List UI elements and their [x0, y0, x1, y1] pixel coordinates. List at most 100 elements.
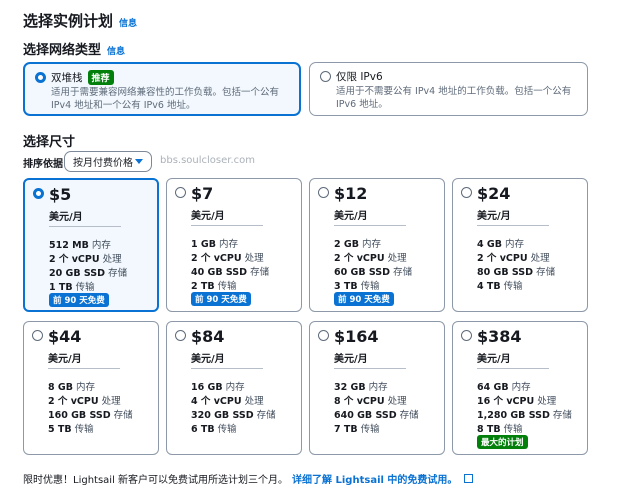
spec-memory: 1 GB 内存	[191, 239, 239, 250]
spec-memory: 8 GB 内存	[48, 382, 96, 393]
plan-price: $44	[48, 327, 82, 346]
free-trial-badge: 前 90 天免费	[334, 292, 394, 306]
footer-note: 限时优惠！Lightsail 新客户可以免费试用所选计划三个月。 详细了解 Li…	[23, 471, 474, 486]
spec-storage: 160 GB SSD 存储	[48, 410, 133, 421]
spec-storage: 40 GB SSD 存储	[191, 267, 270, 278]
spec-memory: 512 MB 内存	[49, 240, 111, 251]
network-option-label: 双堆栈	[51, 72, 83, 84]
plan-card-384[interactable]: $384 美元/月 64 GB 内存 16 个 vCPU 处理 1,280 GB…	[452, 321, 588, 455]
spec-transfer: 2 TB 传输	[191, 281, 237, 292]
divider	[48, 368, 120, 369]
plan-card-12[interactable]: $12 美元/月 2 GB 内存 2 个 vCPU 处理 60 GB SSD 存…	[309, 178, 445, 312]
radio-plan[interactable]	[318, 187, 329, 198]
radio-plan[interactable]	[175, 187, 186, 198]
page-title-text: 选择实例计划	[23, 12, 114, 30]
plan-price: $5	[49, 185, 72, 204]
external-link-icon[interactable]	[464, 474, 474, 483]
plan-price: $164	[334, 327, 379, 346]
network-option-desc: 适用于不需要公有 IPv4 地址的工作负载。包括一个公有 IPv6 地址。	[336, 86, 572, 110]
radio-plan[interactable]	[33, 188, 44, 199]
network-option-desc: 适用于需要兼容网络兼容性的工作负载。包括一个公有 IPv4 地址和一个公有 IP…	[51, 87, 280, 111]
spec-storage: 1,280 GB SSD 存储	[477, 410, 572, 421]
network-option-ipv6[interactable]: 仅限 IPv6 适用于不需要公有 IPv4 地址的工作负载。包括一个公有 IPv…	[309, 62, 588, 116]
spec-cpu: 16 个 vCPU 处理	[477, 396, 557, 407]
free-trial-link[interactable]: 详细了解 Lightsail 中的免费试用。	[292, 471, 457, 486]
spec-memory: 32 GB 内存	[334, 382, 388, 393]
network-option-title: 双堆栈 推荐	[51, 70, 114, 85]
size-title-text: 选择尺寸	[23, 135, 76, 150]
info-link[interactable]: 信息	[119, 16, 137, 29]
spec-storage: 80 GB SSD 存储	[477, 267, 556, 278]
spec-transfer: 3 TB 传输	[334, 281, 380, 292]
largest-plan-badge: 最大的计划	[477, 435, 528, 449]
radio-plan[interactable]	[461, 187, 472, 198]
spec-transfer: 7 TB 传输	[334, 424, 380, 435]
plan-price: $7	[191, 184, 214, 203]
spec-transfer: 6 TB 传输	[191, 424, 237, 435]
radio-plan[interactable]	[32, 330, 43, 341]
plan-card-44[interactable]: $44 美元/月 8 GB 内存 2 个 vCPU 处理 160 GB SSD …	[23, 321, 159, 455]
divider	[334, 225, 406, 226]
radio-plan[interactable]	[318, 330, 329, 341]
plan-unit: 美元/月	[191, 211, 225, 222]
spec-transfer: 1 TB 传输	[49, 282, 95, 293]
radio-plan[interactable]	[175, 330, 186, 341]
free-trial-badge: 前 90 天免费	[49, 293, 109, 307]
plan-card-84[interactable]: $84 美元/月 16 GB 内存 4 个 vCPU 处理 320 GB SSD…	[166, 321, 302, 455]
plan-unit: 美元/月	[48, 354, 82, 365]
spec-cpu: 2 个 vCPU 处理	[48, 396, 121, 407]
sort-label: 排序依据	[23, 159, 63, 170]
spec-memory: 4 GB 内存	[477, 239, 525, 250]
sort-select[interactable]: 按月付费价格	[64, 151, 152, 172]
radio-plan[interactable]	[461, 330, 472, 341]
network-option-dual-stack[interactable]: 双堆栈 推荐 适用于需要兼容网络兼容性的工作负载。包括一个公有 IPv4 地址和…	[23, 62, 301, 116]
plan-unit: 美元/月	[191, 354, 225, 365]
spec-storage: 640 GB SSD 存储	[334, 410, 419, 421]
watermark: bbs.soulcloser.com	[160, 155, 256, 166]
plan-unit: 美元/月	[477, 354, 511, 365]
network-section-title: 选择网络类型 信息	[23, 39, 125, 58]
caret-down-icon	[135, 159, 143, 164]
spec-cpu: 2 个 vCPU 处理	[191, 253, 264, 264]
spec-cpu: 8 个 vCPU 处理	[334, 396, 407, 407]
page-title: 选择实例计划 信息	[23, 10, 137, 31]
divider	[191, 368, 263, 369]
plan-card-5[interactable]: $5 美元/月 512 MB 内存 2 个 vCPU 处理 20 GB SSD …	[23, 178, 159, 312]
network-option-title: 仅限 IPv6	[336, 69, 383, 84]
plan-price: $84	[191, 327, 225, 346]
spec-transfer: 8 TB 传输	[477, 424, 523, 435]
radio-ipv6[interactable]	[320, 71, 331, 82]
free-trial-badge: 前 90 天免费	[191, 292, 251, 306]
plan-card-24[interactable]: $24 美元/月 4 GB 内存 2 个 vCPU 处理 80 GB SSD 存…	[452, 178, 588, 312]
spec-storage: 60 GB SSD 存储	[334, 267, 413, 278]
network-info-link[interactable]: 信息	[107, 44, 125, 57]
plan-unit: 美元/月	[477, 211, 511, 222]
plan-unit: 美元/月	[49, 212, 83, 223]
footer-text: 限时优惠！Lightsail 新客户可以免费试用所选计划三个月。	[23, 475, 289, 486]
divider	[477, 225, 549, 226]
plan-price: $12	[334, 184, 368, 203]
plan-card-7[interactable]: $7 美元/月 1 GB 内存 2 个 vCPU 处理 40 GB SSD 存储…	[166, 178, 302, 312]
divider	[334, 368, 406, 369]
size-section-title: 选择尺寸	[23, 131, 75, 150]
plan-unit: 美元/月	[334, 354, 368, 365]
plan-card-164[interactable]: $164 美元/月 32 GB 内存 8 个 vCPU 处理 640 GB SS…	[309, 321, 445, 455]
divider	[49, 226, 121, 227]
network-title-text: 选择网络类型	[23, 43, 102, 58]
spec-memory: 2 GB 内存	[334, 239, 382, 250]
spec-cpu: 2 个 vCPU 处理	[477, 253, 550, 264]
divider	[477, 368, 549, 369]
spec-cpu: 2 个 vCPU 处理	[334, 253, 407, 264]
radio-dual-stack[interactable]	[35, 72, 46, 83]
spec-transfer: 4 TB 传输	[477, 281, 523, 292]
spec-transfer: 5 TB 传输	[48, 424, 94, 435]
spec-cpu: 2 个 vCPU 处理	[49, 254, 122, 265]
sort-select-value: 按月付费价格	[73, 158, 133, 169]
spec-memory: 16 GB 内存	[191, 382, 245, 393]
network-option-label: 仅限 IPv6	[336, 71, 383, 83]
plan-unit: 美元/月	[334, 211, 368, 222]
spec-memory: 64 GB 内存	[477, 382, 531, 393]
divider	[191, 225, 263, 226]
recommended-badge: 推荐	[87, 70, 114, 85]
spec-storage: 20 GB SSD 存储	[49, 268, 128, 279]
